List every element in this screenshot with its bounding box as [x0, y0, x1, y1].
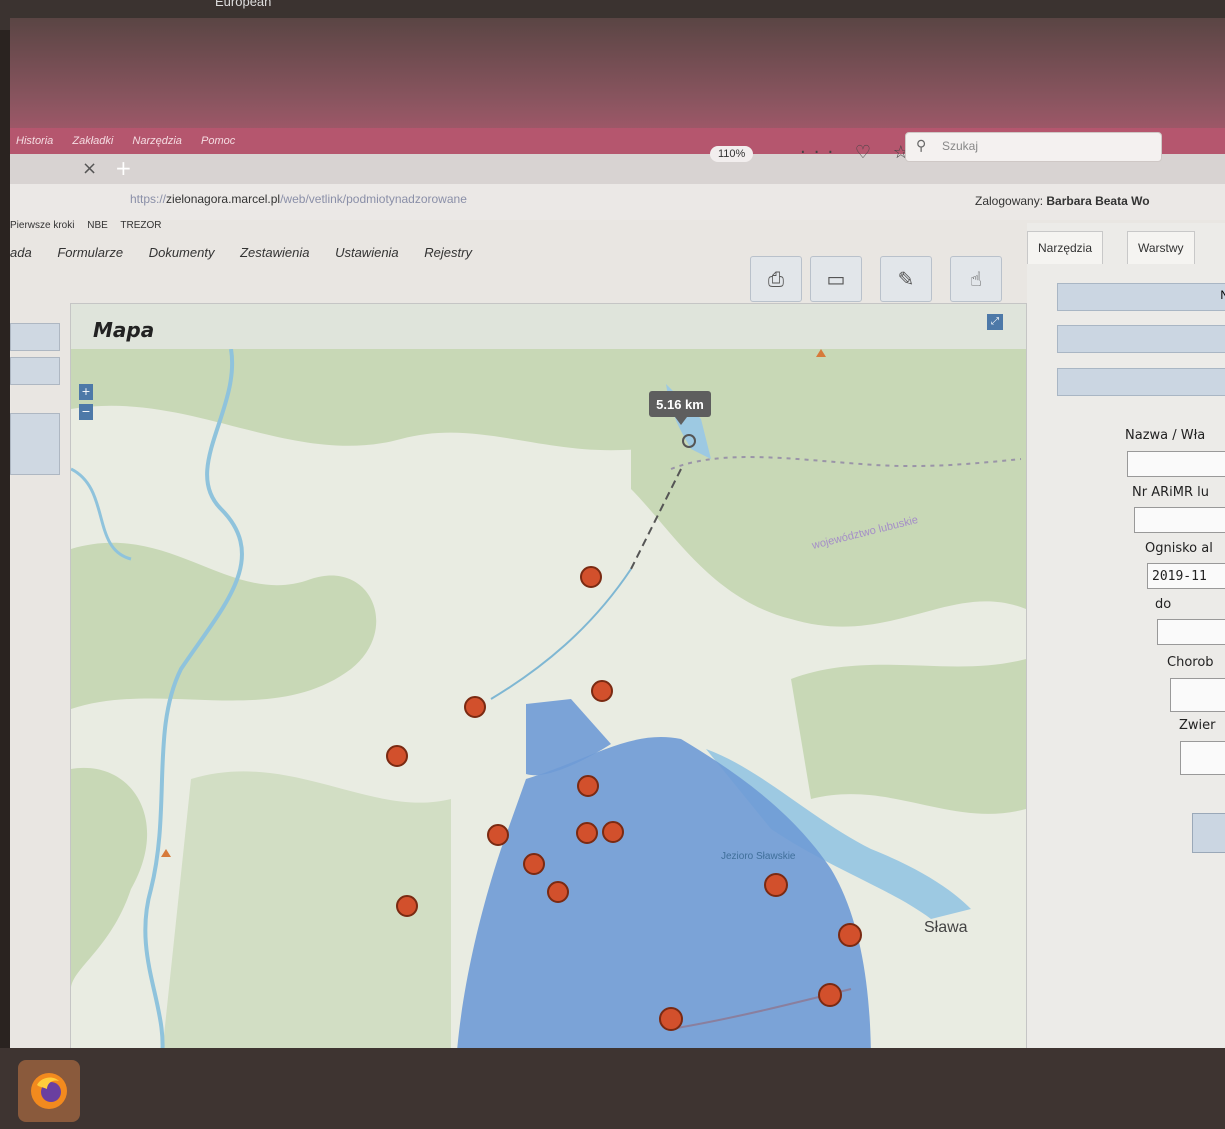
menu-narzedzia[interactable]: Narzędzia: [132, 135, 182, 147]
field-label-choroba: Chorob: [1167, 655, 1214, 670]
app-menu-ada[interactable]: ada: [10, 245, 32, 260]
app-menu-dokumenty[interactable]: Dokumenty: [149, 245, 215, 260]
marker[interactable]: [838, 923, 862, 947]
tab-warstwy[interactable]: Warstwy: [1127, 231, 1195, 264]
left-panel-item[interactable]: [10, 357, 60, 385]
left-panel-item[interactable]: [10, 413, 60, 475]
firefox-icon[interactable]: [18, 1060, 80, 1122]
nr-arimr-input[interactable]: [1134, 507, 1225, 533]
panel-section-button[interactable]: N: [1057, 283, 1225, 311]
menu-zakladki[interactable]: Zakładki: [72, 135, 113, 147]
zoom-level[interactable]: 110%: [710, 146, 754, 162]
firefox-logo: [31, 1073, 67, 1109]
lake-label: Jezioro Sławskie: [721, 851, 796, 862]
zoom-in-button[interactable]: +: [79, 384, 93, 400]
marker[interactable]: [386, 745, 408, 767]
marker[interactable]: [487, 824, 509, 846]
marker[interactable]: [602, 821, 624, 843]
panel-section-button[interactable]: [1057, 325, 1225, 353]
tab-close-icon[interactable]: ×: [82, 158, 97, 179]
menu-historia[interactable]: Historia: [16, 135, 53, 147]
marker[interactable]: [523, 853, 545, 875]
hand-icon[interactable]: ☝: [950, 256, 1002, 302]
app-menu-ustawienia[interactable]: Ustawienia: [335, 245, 399, 260]
marker[interactable]: [580, 566, 602, 588]
corner-text: European: [215, 0, 272, 9]
measure-label: 5.16 km: [656, 397, 704, 412]
search-submit-button[interactable]: [1192, 813, 1225, 853]
field-label-zwierzeta: Zwier: [1179, 718, 1216, 733]
field-label-do: do: [1155, 597, 1172, 612]
url-prefix: https://: [130, 192, 167, 206]
marker[interactable]: [464, 696, 486, 718]
ognisko-date-input[interactable]: 2019-11: [1147, 563, 1225, 589]
do-date-input[interactable]: [1157, 619, 1225, 645]
bookmark-pierwsze-kroki[interactable]: Pierwsze kroki: [10, 220, 74, 231]
pencil-icon[interactable]: ✎: [880, 256, 932, 302]
print-icon[interactable]: ⎙: [750, 256, 802, 302]
marker[interactable]: [576, 822, 598, 844]
left-panel-item[interactable]: [10, 323, 60, 351]
ruler-icon[interactable]: ▭: [810, 256, 862, 302]
zoom-out-button[interactable]: −: [79, 404, 93, 420]
bookmark-trezor[interactable]: TREZOR: [120, 220, 161, 231]
bookmark-nbe[interactable]: NBE: [87, 220, 108, 231]
marker[interactable]: [764, 873, 788, 897]
taskbar: [0, 1048, 1225, 1129]
logged-user-name: Barbara Beata Wo: [1046, 194, 1150, 208]
new-tab-button[interactable]: +: [115, 156, 132, 180]
app-menu-zestawienia[interactable]: Zestawienia: [240, 245, 309, 260]
zwierzeta-select[interactable]: [1180, 741, 1225, 775]
field-label-nazwa: Nazwa / Wła: [1125, 428, 1206, 443]
left-panel: [10, 313, 68, 1048]
marker[interactable]: [818, 983, 842, 1007]
expand-icon[interactable]: ⤢: [987, 314, 1003, 330]
panel-section-label: N: [1220, 288, 1225, 302]
field-label-nr-arimr: Nr ARiMR lu: [1132, 485, 1209, 500]
marker[interactable]: [591, 680, 613, 702]
map-panel: Mapa ⤢ województwo lubuskie Sława Jezior…: [70, 303, 1027, 1048]
town-label-slawa: Sława: [924, 919, 968, 936]
map-canvas[interactable]: województwo lubuskie Sława Jezioro Sławs…: [71, 349, 1026, 1048]
marker[interactable]: [396, 895, 418, 917]
marker[interactable]: [577, 775, 599, 797]
app-menu-rejestry[interactable]: Rejestry: [424, 245, 472, 260]
search-input[interactable]: ⚲ Szukaj: [905, 132, 1162, 162]
choroba-select[interactable]: [1170, 678, 1225, 712]
marker[interactable]: [547, 881, 569, 903]
field-label-ognisko: Ognisko al: [1145, 541, 1213, 556]
menu-pomoc[interactable]: Pomoc: [201, 135, 235, 147]
nazwa-input[interactable]: [1127, 451, 1225, 477]
page-actions-icon[interactable]: ··· ♡ ☆: [800, 142, 917, 163]
url-bar[interactable]: https://zielonagora.marcel.pl/web/vetlin…: [130, 192, 467, 206]
right-panel: Narzędzia Warstwy N Nazwa / Wła Nr ARiMR…: [1027, 223, 1225, 1048]
search-icon: ⚲: [916, 138, 927, 154]
app-menu-formularze[interactable]: Formularze: [57, 245, 123, 260]
url-path: /web/vetlink/podmiotynadzorowane: [280, 192, 467, 206]
marker[interactable]: [659, 1007, 683, 1031]
panel-section-button[interactable]: [1057, 368, 1225, 396]
tab-narzedzia[interactable]: Narzędzia: [1027, 231, 1104, 264]
url-host: zielonagora.marcel.pl: [166, 192, 281, 206]
logged-in-user: Zalogowany: Barbara Beata Wo: [975, 194, 1150, 208]
screen: Historia Zakładki Narzędzia Pomoc × + ht…: [10, 18, 1225, 1048]
bookmarks-bar: Pierwsze kroki NBE TREZOR: [10, 220, 1010, 240]
logged-label: Zalogowany:: [975, 194, 1044, 208]
search-placeholder: Szukaj: [942, 139, 979, 153]
map-title: Mapa: [93, 318, 155, 342]
